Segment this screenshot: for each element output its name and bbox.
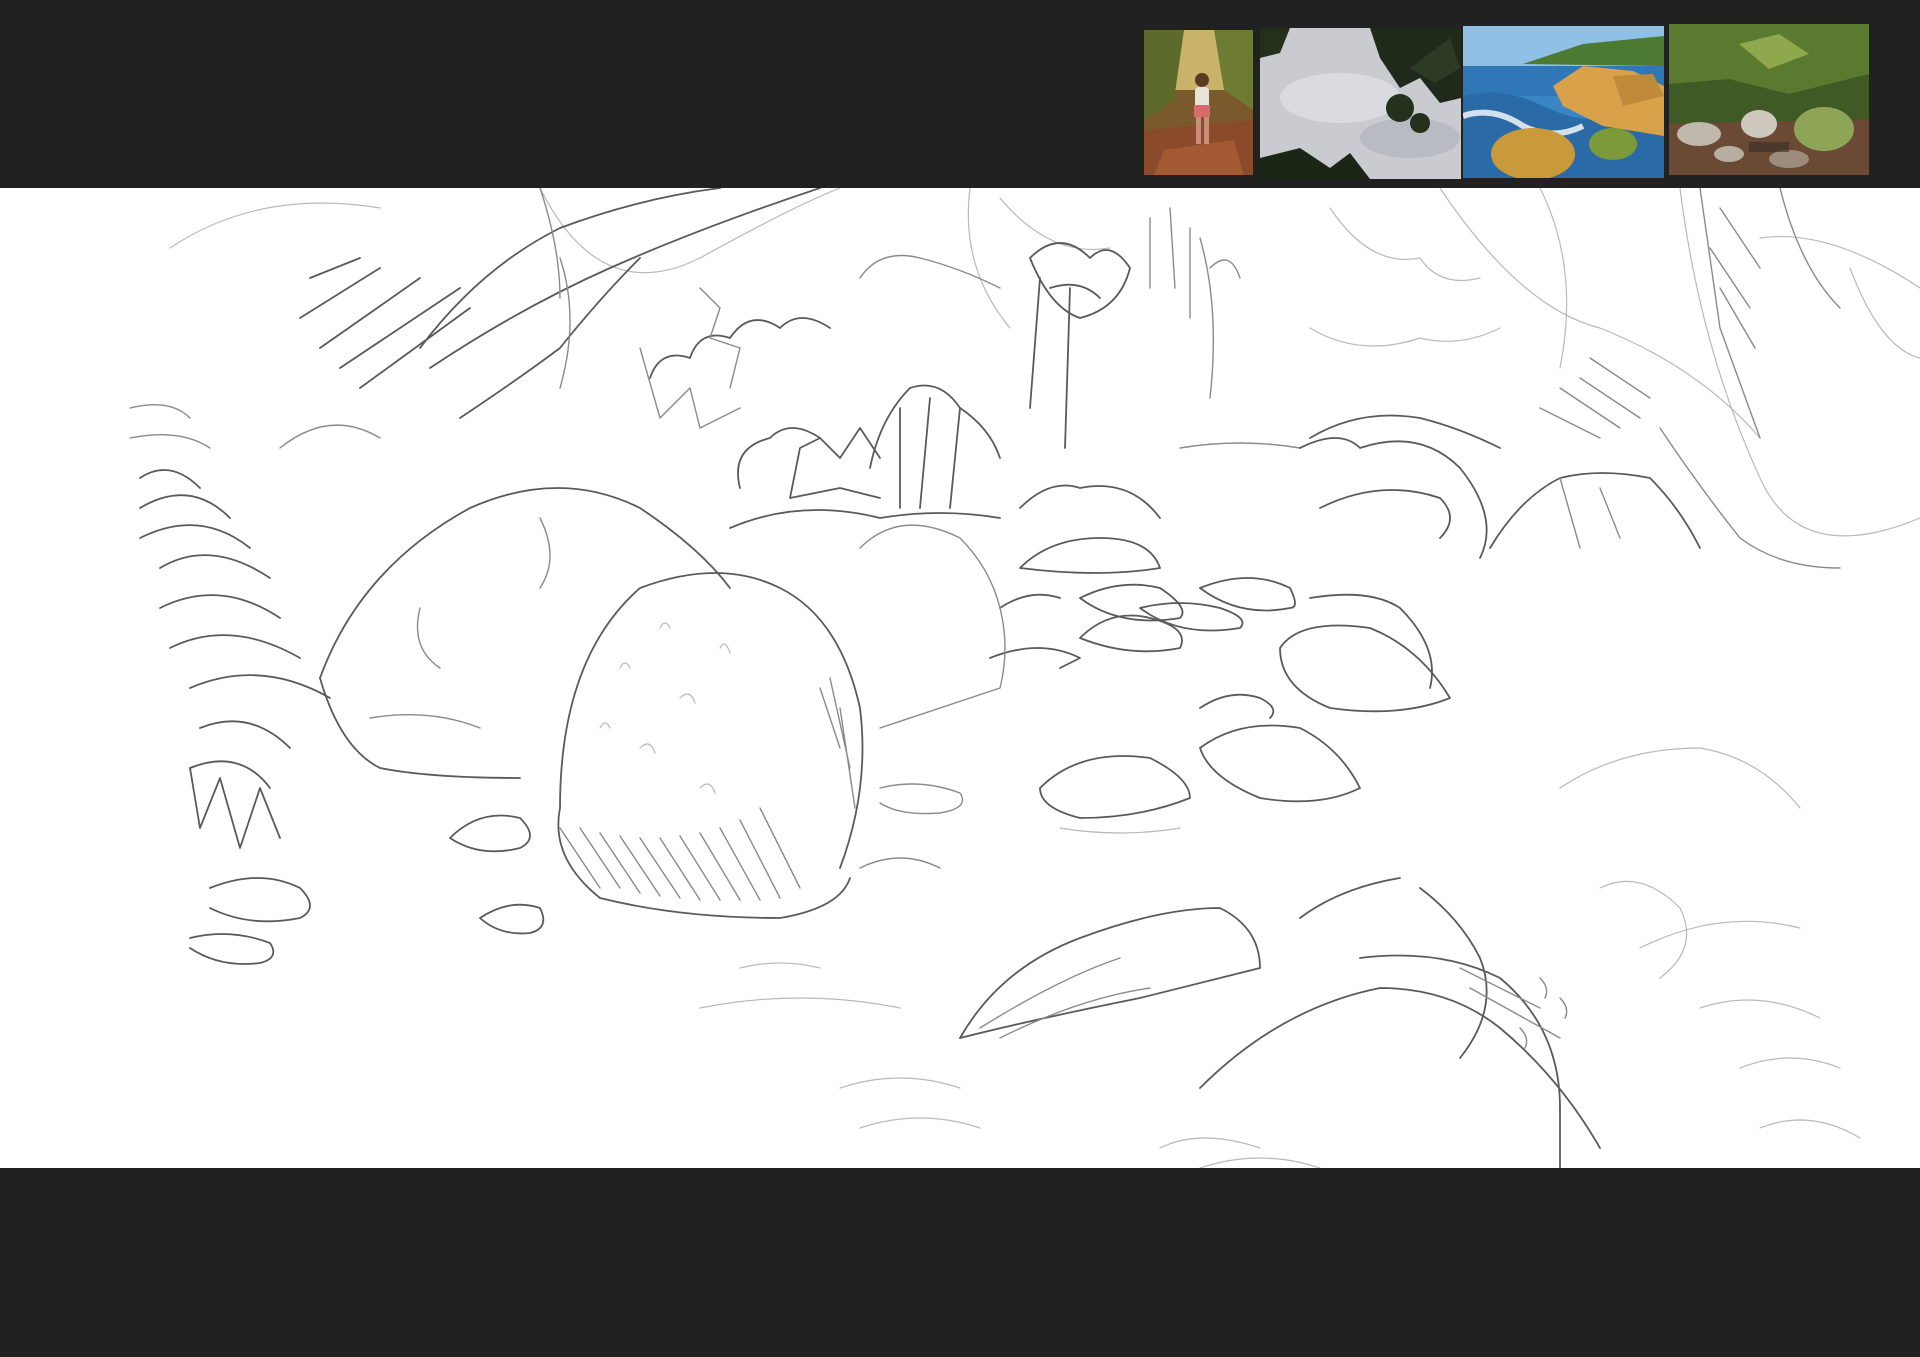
foreground-right-rocks [839,747,1861,1168]
right-bank-rocks [1279,357,1841,713]
stream-sketch-drawing [129,188,1920,1168]
stream-stones [189,693,1361,965]
foreground-boulder [557,572,864,919]
left-foliage [129,188,821,849]
far-rocks [729,442,1301,729]
reference-thumbnail-forest-stream[interactable] [1669,24,1869,175]
bottom-bar [0,1168,1920,1357]
hiker-image [1144,30,1253,175]
sketch-canvas[interactable] [0,188,1920,1168]
rocky-coast-image [1463,26,1664,178]
central-bushes [639,207,1241,509]
reference-bar [0,0,1920,188]
leaves-sky-image [1260,28,1461,179]
forest-stream-image [1669,24,1869,175]
reference-thumbnail-leaves-sky[interactable] [1260,28,1461,179]
reference-thumbnail-hiker[interactable] [1144,30,1253,175]
background-trees [169,188,1920,537]
left-large-rock [319,487,731,779]
reference-thumbnail-rocky-coast[interactable] [1463,26,1664,178]
